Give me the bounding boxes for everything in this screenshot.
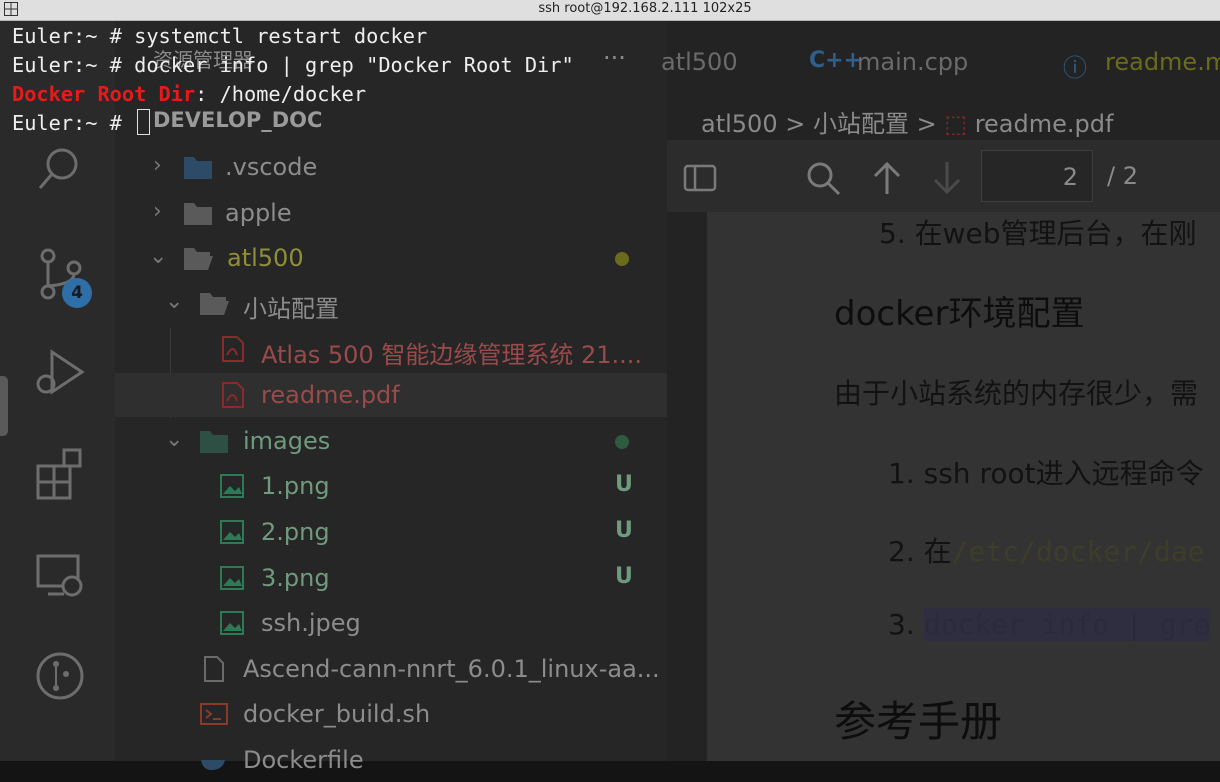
shell-prompt: Euler:~ # <box>12 53 135 77</box>
terminal-line: Docker Root Dir: /home/docker <box>12 80 574 109</box>
shell-command: docker info | grep "Docker Root Dir" <box>134 53 574 77</box>
terminal-line: Euler:~ # systemctl restart docker <box>12 22 574 51</box>
terminal-titlebar[interactable]: ssh root@192.168.2.111 102x25 <box>0 0 1220 21</box>
grep-match: Docker Root Dir <box>12 82 196 106</box>
shell-prompt: Euler:~ # <box>12 111 135 135</box>
terminal-output[interactable]: Euler:~ # systemctl restart docker Euler:… <box>12 22 574 138</box>
terminal-window[interactable]: ssh root@192.168.2.111 102x25 Euler:~ # … <box>0 0 1220 761</box>
grep-output: : /home/docker <box>195 82 367 106</box>
shell-prompt: Euler:~ # <box>12 24 135 48</box>
shell-command: systemctl restart docker <box>134 24 428 48</box>
terminal-line: Euler:~ # <box>12 109 574 138</box>
terminal-cursor <box>137 109 151 135</box>
terminal-title: ssh root@192.168.2.111 102x25 <box>538 1 752 16</box>
terminal-line: Euler:~ # docker info | grep "Docker Roo… <box>12 51 574 80</box>
